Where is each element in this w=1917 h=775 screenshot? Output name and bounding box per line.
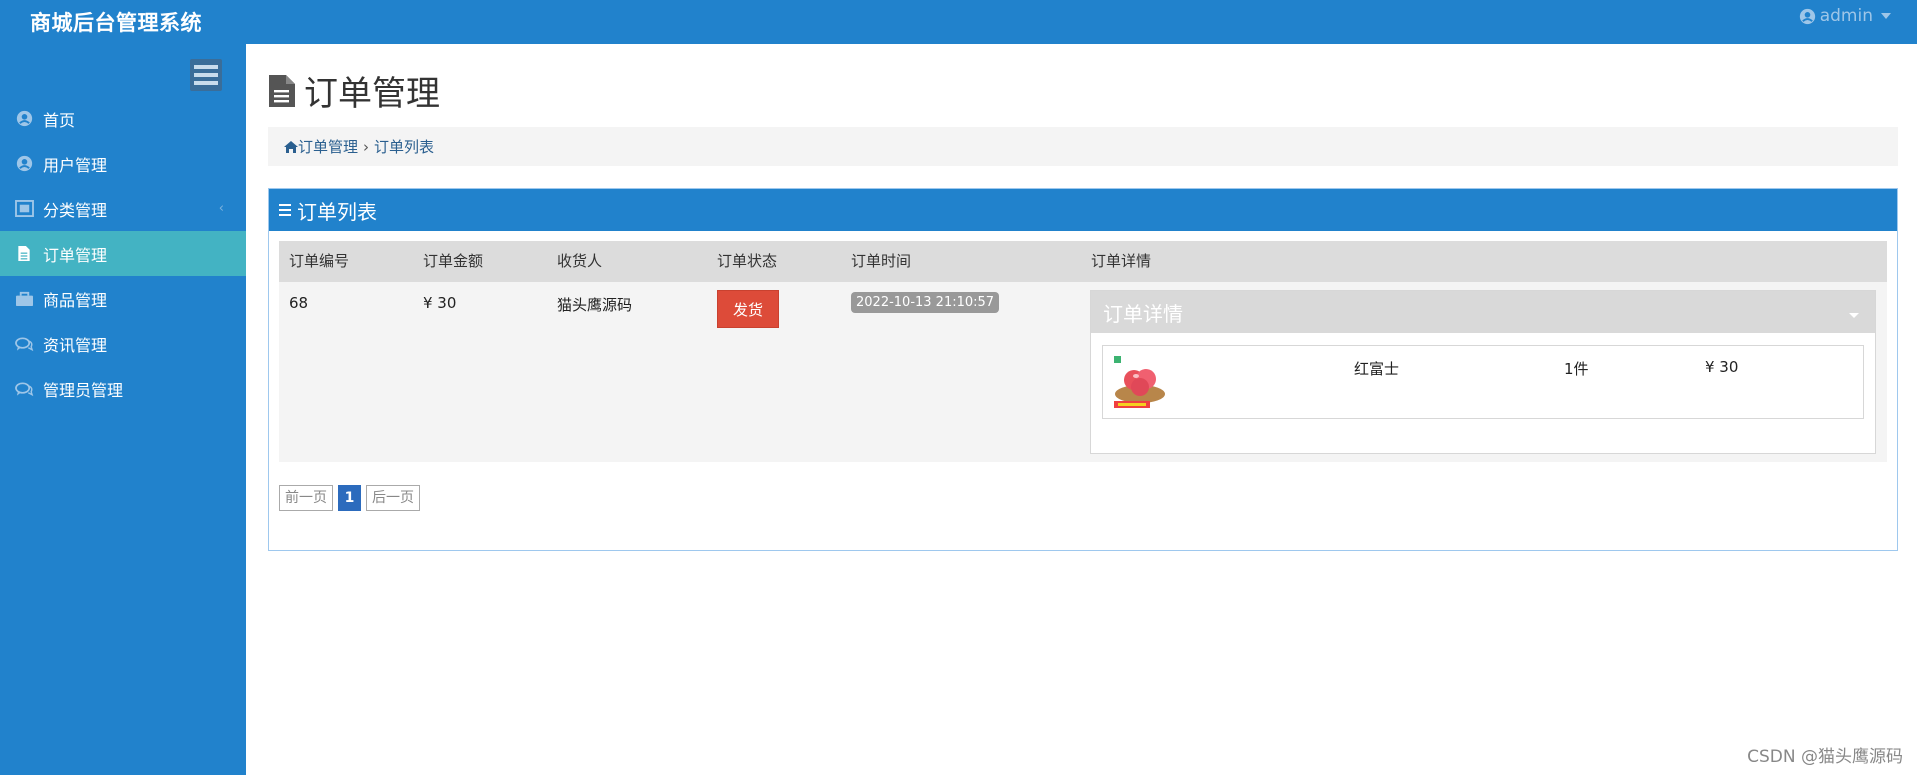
top-bar: 商城后台管理系统 admin [0, 0, 1917, 44]
product-price: ¥ 30 [1705, 358, 1739, 376]
order-id: 68 [289, 294, 309, 312]
sidebar-item-news[interactable]: 资讯管理 [0, 321, 246, 366]
product-quantity: 1件 [1564, 360, 1589, 378]
bag-icon [14, 289, 34, 309]
column-header: 收货人 [557, 252, 603, 270]
product-name: 红富士 [1354, 360, 1400, 378]
chat-icon [14, 334, 34, 354]
order-receiver: 猫头鹰源码 [557, 296, 633, 314]
user-menu[interactable]: admin [1799, 6, 1891, 26]
list-icon [279, 201, 291, 219]
orders-table: 订单编号 订单金额 收货人 订单状态 订单时间 订单详情 68 ¥ 30 猫头鹰… [279, 241, 1887, 462]
panel-title: 订单列表 [297, 199, 377, 224]
sidebar-item-users[interactable]: 用户管理 [0, 141, 246, 186]
breadcrumb-item[interactable]: 订单列表 [374, 136, 434, 157]
chevron-left-icon: ‹ [218, 201, 224, 216]
order-detail-box: 订单详情 红富士 1件 ¥ 30 [1090, 290, 1876, 454]
user-circle-icon [14, 154, 34, 174]
column-header: 订单时间 [851, 252, 912, 270]
next-page-button[interactable]: 后一页 [366, 485, 420, 511]
chat-icon [14, 379, 34, 399]
sidebar-nav: 首页 用户管理 分类管理 ‹ 订单管理 商品管理 资讯管理 管理员管理 [0, 96, 246, 411]
page-number-button[interactable]: 1 [338, 485, 361, 511]
home-icon [284, 140, 298, 153]
sidebar: 首页 用户管理 分类管理 ‹ 订单管理 商品管理 资讯管理 管理员管理 [0, 44, 246, 775]
order-amount: ¥ 30 [423, 294, 457, 312]
sidebar-item-orders[interactable]: 订单管理 [0, 231, 246, 276]
order-time-badge: 2022-10-13 21:10:57 [851, 292, 1000, 313]
column-header: 订单编号 [289, 252, 350, 270]
user-circle-icon [14, 109, 34, 129]
table-header: 订单编号 订单金额 收货人 订单状态 订单时间 订单详情 [279, 241, 1887, 282]
product-image [1114, 356, 1165, 408]
page-title-text: 订单管理 [304, 74, 440, 114]
app-title: 商城后台管理系统 [30, 11, 202, 35]
sidebar-item-label: 管理员管理 [43, 380, 124, 400]
chevron-down-icon [1881, 13, 1891, 19]
panel-header: 订单列表 [269, 189, 1897, 231]
category-icon [14, 199, 34, 219]
column-header: 订单详情 [1091, 252, 1152, 270]
sidebar-item-products[interactable]: 商品管理 [0, 276, 246, 321]
page-title: 订单管理 [268, 66, 440, 115]
sidebar-item-label: 资讯管理 [43, 335, 108, 355]
main-content: 订单管理 订单管理 › 订单列表 订单列表 订单编号 订单金额 收货人 订单状态… [246, 44, 1917, 775]
document-icon [14, 244, 34, 264]
breadcrumb-separator: › [363, 137, 370, 156]
pagination: 前一页 1 后一页 [279, 485, 420, 511]
prev-page-button[interactable]: 前一页 [279, 485, 333, 511]
order-item: 红富士 1件 ¥ 30 [1102, 345, 1864, 419]
sidebar-item-label: 首页 [43, 110, 76, 130]
chevron-down-icon [1849, 313, 1859, 318]
table-row: 68 ¥ 30 猫头鹰源码 发货 2022-10-13 21:10:57 订单详… [279, 282, 1887, 462]
sidebar-item-label: 订单管理 [43, 245, 108, 265]
menu-toggle-button[interactable] [190, 59, 222, 91]
watermark: CSDN @猫头鹰源码 [1747, 747, 1903, 767]
sidebar-item-home[interactable]: 首页 [0, 96, 246, 141]
sidebar-item-label: 用户管理 [43, 155, 108, 175]
user-name: admin [1819, 6, 1873, 26]
breadcrumb-item[interactable]: 订单管理 [298, 136, 358, 157]
document-icon [269, 74, 295, 107]
column-header: 订单状态 [717, 252, 778, 270]
sidebar-item-category[interactable]: 分类管理 ‹ [0, 186, 246, 231]
column-header: 订单金额 [423, 252, 484, 270]
sidebar-item-admins[interactable]: 管理员管理 [0, 366, 246, 411]
sidebar-item-label: 分类管理 [43, 200, 108, 220]
user-circle-icon [1799, 8, 1815, 24]
breadcrumb: 订单管理 › 订单列表 [268, 127, 1898, 166]
order-list-panel: 订单列表 订单编号 订单金额 收货人 订单状态 订单时间 订单详情 68 ¥ 3… [268, 188, 1898, 551]
sidebar-item-label: 商品管理 [43, 290, 108, 310]
order-detail-title: 订单详情 [1103, 301, 1183, 326]
ship-button[interactable]: 发货 [717, 290, 779, 328]
order-detail-toggle[interactable]: 订单详情 [1091, 291, 1875, 333]
